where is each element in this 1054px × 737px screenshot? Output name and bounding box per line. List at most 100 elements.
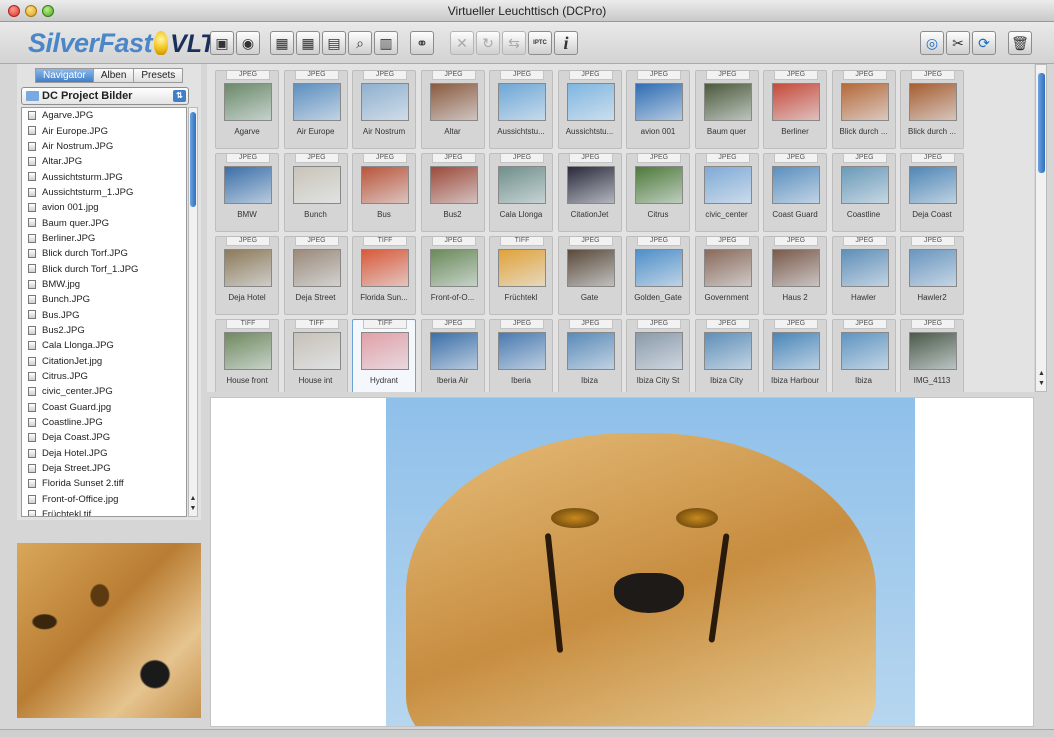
list-item[interactable]: Florida Sunset 2.tiff [22,476,186,491]
grid-scrollbar[interactable]: ▲ ▼ [1035,64,1047,392]
tools-button[interactable]: ✂ [946,31,970,55]
scrollbar-thumb[interactable] [1038,73,1045,173]
list-item[interactable]: Altar.JPG [22,154,186,169]
thumbnail[interactable]: JPEG BMW [215,153,279,232]
list-item[interactable]: CitationJet.jpg [22,354,186,369]
list-item[interactable]: Deja Hotel.JPG [22,446,186,461]
list-item[interactable]: Deja Street.JPG [22,461,186,476]
rotate-button[interactable]: ↻ [476,31,500,55]
scan-button[interactable]: ◉ [236,31,260,55]
tab-presets[interactable]: Presets [133,68,184,83]
thumbnail[interactable]: JPEG Haus 2 [763,236,827,315]
thumbnail[interactable]: TIFF Hydrant [352,319,416,392]
compare-button[interactable]: ▥ [374,31,398,55]
magnifier-button[interactable]: ⌕ [348,31,372,55]
thumbnail[interactable]: JPEG Baum quer [694,70,759,149]
iptc-button[interactable]: IPTC [528,31,552,55]
list-item[interactable]: Bus.JPG [22,307,186,322]
file-list[interactable]: Agarve.JPG Air Europe.JPG Air Nostrum.JPG A… [21,107,187,517]
list-item[interactable]: Früchtekl.tif [22,507,186,516]
thumbnail[interactable]: JPEG Coastline [831,153,896,232]
list-item[interactable]: civic_center.JPG [22,384,186,399]
thumbnail[interactable]: JPEG Golden_Gate [626,236,690,315]
list-item[interactable]: Citrus.JPG [22,369,186,384]
thumbnail[interactable]: JPEG Ibiza [831,319,896,392]
photo-button[interactable]: ▤ [322,31,346,55]
save-button[interactable]: ▣ [210,31,234,55]
thumbnail[interactable]: JPEG Blick durch ... [831,70,896,149]
list-item[interactable]: Blick durch Torf.JPG [22,246,186,261]
sync-button[interactable]: ⟳ [972,31,996,55]
thumbnail[interactable]: JPEG Hawler2 [900,236,964,315]
thumbnail[interactable]: JPEG Air Nostrum [352,70,416,149]
thumbnail[interactable]: JPEG Iberia [489,319,553,392]
list-item[interactable]: Front-of-Office.jpg [22,492,186,507]
thumbnail[interactable]: TIFF House int [283,319,348,392]
list-item[interactable]: Aussichtsturm.JPG [22,169,186,184]
list-item[interactable]: Aussichtsturm_1.JPG [22,185,186,200]
folder-select[interactable]: DC Project Bilder ⇅ [21,87,189,105]
list-item[interactable]: Air Nostrum.JPG [22,139,186,154]
file-name: Air Nostrum.JPG [42,140,114,152]
thumbnail[interactable]: JPEG Iberia Air [420,319,485,392]
trash-button[interactable]: 🗑 [1008,31,1032,55]
thumbnail[interactable]: JPEG Bus [352,153,416,232]
list-item[interactable]: Agarve.JPG [22,108,186,123]
thumbnail[interactable]: JPEG Ibiza City [694,319,759,392]
binoculars-button[interactable]: ⚭ [410,31,434,55]
thumbnail[interactable]: JPEG Bunch [283,153,348,232]
file-list-scrollbar[interactable]: ▲ ▼ [188,107,198,517]
thumbnail[interactable]: TIFF House front [215,319,279,392]
print-button[interactable]: ◎ [920,31,944,55]
thumbnail[interactable]: JPEG Deja Street [283,236,348,315]
thumbnail[interactable]: JPEG IMG_4113 [900,319,964,392]
scrollbar-thumb[interactable] [190,112,196,207]
thumbnail[interactable]: JPEG Aussichtstu... [557,70,622,149]
thumbnail[interactable]: JPEG Bus2 [420,153,485,232]
thumbnail[interactable]: JPEG civic_center [694,153,759,232]
list-item[interactable]: Blick durch Torf_1.JPG [22,261,186,276]
thumbnail[interactable]: JPEG Ibiza Harbour [763,319,827,392]
scroll-arrows[interactable]: ▲ ▼ [189,494,197,516]
list-item[interactable]: Bus2.JPG [22,323,186,338]
thumbnail[interactable]: JPEG Hawler [831,236,896,315]
thumbnail[interactable]: JPEG Gate [557,236,622,315]
delete-x-button[interactable]: ✕ [450,31,474,55]
thumbnail[interactable]: JPEG Government [694,236,759,315]
scroll-arrows[interactable]: ▲ ▼ [1037,369,1046,391]
list-item[interactable]: avion 001.jpg [22,200,186,215]
thumbnail[interactable]: JPEG Blick durch ... [900,70,964,149]
thumbnail[interactable]: JPEG Air Europe [283,70,348,149]
thumbnail[interactable]: JPEG avion 001 [626,70,690,149]
tab-navigator[interactable]: Navigator [35,68,94,83]
thumbnail[interactable]: JPEG Front-of-O... [420,236,485,315]
grid-large-button[interactable]: ▦ [270,31,294,55]
thumbnail[interactable]: JPEG Coast Guard [763,153,827,232]
list-item[interactable]: Coastline.JPG [22,415,186,430]
thumbnail[interactable]: JPEG Deja Coast [900,153,964,232]
list-item[interactable]: Berliner.JPG [22,231,186,246]
thumbnail[interactable]: JPEG Ibiza City St [626,319,690,392]
info-button[interactable]: i [554,31,578,55]
grid-small-button[interactable]: ▦ [296,31,320,55]
thumbnail[interactable]: JPEG Cala Llonga [489,153,553,232]
list-item[interactable]: Coast Guard.jpg [22,400,186,415]
thumbnail[interactable]: JPEG Altar [420,70,485,149]
tab-alben[interactable]: Alben [92,68,135,83]
thumbnail[interactable]: JPEG Agarve [215,70,279,149]
list-item[interactable]: Cala Llonga.JPG [22,338,186,353]
thumbnail[interactable]: JPEG CitationJet [557,153,622,232]
list-item[interactable]: Bunch.JPG [22,292,186,307]
list-item[interactable]: Deja Coast.JPG [22,430,186,445]
thumbnail[interactable]: JPEG Ibiza [557,319,622,392]
thumbnail[interactable]: TIFF Florida Sun... [352,236,416,315]
thumbnail[interactable]: TIFF Früchtekl [489,236,553,315]
list-item[interactable]: BMW.jpg [22,277,186,292]
flip-button[interactable]: ⇆ [502,31,526,55]
list-item[interactable]: Air Europe.JPG [22,123,186,138]
thumbnail[interactable]: JPEG Citrus [626,153,690,232]
thumbnail[interactable]: JPEG Deja Hotel [215,236,279,315]
thumbnail[interactable]: JPEG Aussichtstu... [489,70,553,149]
thumbnail[interactable]: JPEG Berliner [763,70,827,149]
list-item[interactable]: Baum quer.JPG [22,215,186,230]
